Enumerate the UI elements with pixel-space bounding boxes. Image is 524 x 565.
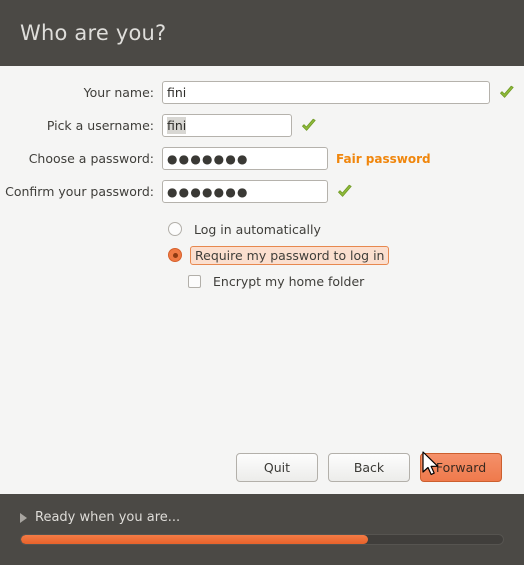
green-check-icon xyxy=(498,84,516,102)
option-login-automatically[interactable]: Log in automatically xyxy=(168,216,524,242)
label-require-password: Require my password to log in xyxy=(190,245,390,265)
form-row-username: Pick a username: fini xyxy=(0,109,524,142)
your-name-value: fini xyxy=(167,85,187,100)
label-your-name: Your name: xyxy=(83,85,154,100)
main-content: Your name: fini Pick a username: fini Ch… xyxy=(0,66,524,494)
label-pick-username: Pick a username: xyxy=(46,118,154,133)
label-login-automatically: Log in automatically xyxy=(194,221,321,237)
status-row[interactable]: Ready when you are... xyxy=(20,510,504,525)
option-encrypt-home[interactable]: Encrypt my home folder xyxy=(168,268,524,294)
username-value: fini xyxy=(167,117,187,134)
radio-login-automatically[interactable] xyxy=(168,222,182,236)
option-require-password[interactable]: Require my password to log in xyxy=(168,242,524,268)
button-bar: Quit Back Forward xyxy=(236,453,502,482)
field-wrap-confirm-password: ●●●●●●● xyxy=(162,180,354,203)
label-choose-password: Choose a password: xyxy=(28,151,154,166)
your-name-input[interactable]: fini xyxy=(162,81,490,104)
checkbox-encrypt-home[interactable] xyxy=(188,274,201,288)
forward-button[interactable]: Forward xyxy=(420,453,502,482)
expander-triangle-icon[interactable] xyxy=(20,512,27,523)
confirm-password-input[interactable]: ●●●●●●● xyxy=(162,180,328,203)
page-title: Who are you? xyxy=(20,21,167,45)
footer-status-bar: Ready when you are... xyxy=(0,494,524,565)
page-header: Who are you? xyxy=(0,0,524,66)
field-wrap-username: fini xyxy=(162,114,318,137)
confirm-password-value: ●●●●●●● xyxy=(167,184,249,199)
back-button[interactable]: Back xyxy=(328,453,410,482)
field-wrap-password: ●●●●●●● Fair password xyxy=(162,147,431,170)
form-row-password: Choose a password: ●●●●●●● Fair password xyxy=(0,142,524,175)
progress-bar xyxy=(20,534,504,545)
quit-button[interactable]: Quit xyxy=(236,453,318,482)
label-encrypt-home: Encrypt my home folder xyxy=(213,273,365,289)
status-text: Ready when you are... xyxy=(35,510,181,525)
field-wrap-name: fini xyxy=(162,81,516,104)
label-confirm-password: Confirm your password: xyxy=(5,184,154,199)
password-value: ●●●●●●● xyxy=(167,151,249,166)
username-input[interactable]: fini xyxy=(162,114,292,137)
form-row-name: Your name: fini xyxy=(0,76,524,109)
password-input[interactable]: ●●●●●●● xyxy=(162,147,328,170)
green-check-icon xyxy=(300,117,318,135)
password-strength-label: Fair password xyxy=(336,151,431,166)
user-form: Your name: fini Pick a username: fini Ch… xyxy=(0,66,524,208)
green-check-icon xyxy=(336,183,354,201)
progress-bar-fill xyxy=(21,535,369,544)
form-row-confirm-password: Confirm your password: ●●●●●●● xyxy=(0,175,524,208)
radio-require-password[interactable] xyxy=(168,248,182,262)
login-options: Log in automatically Require my password… xyxy=(0,208,524,294)
